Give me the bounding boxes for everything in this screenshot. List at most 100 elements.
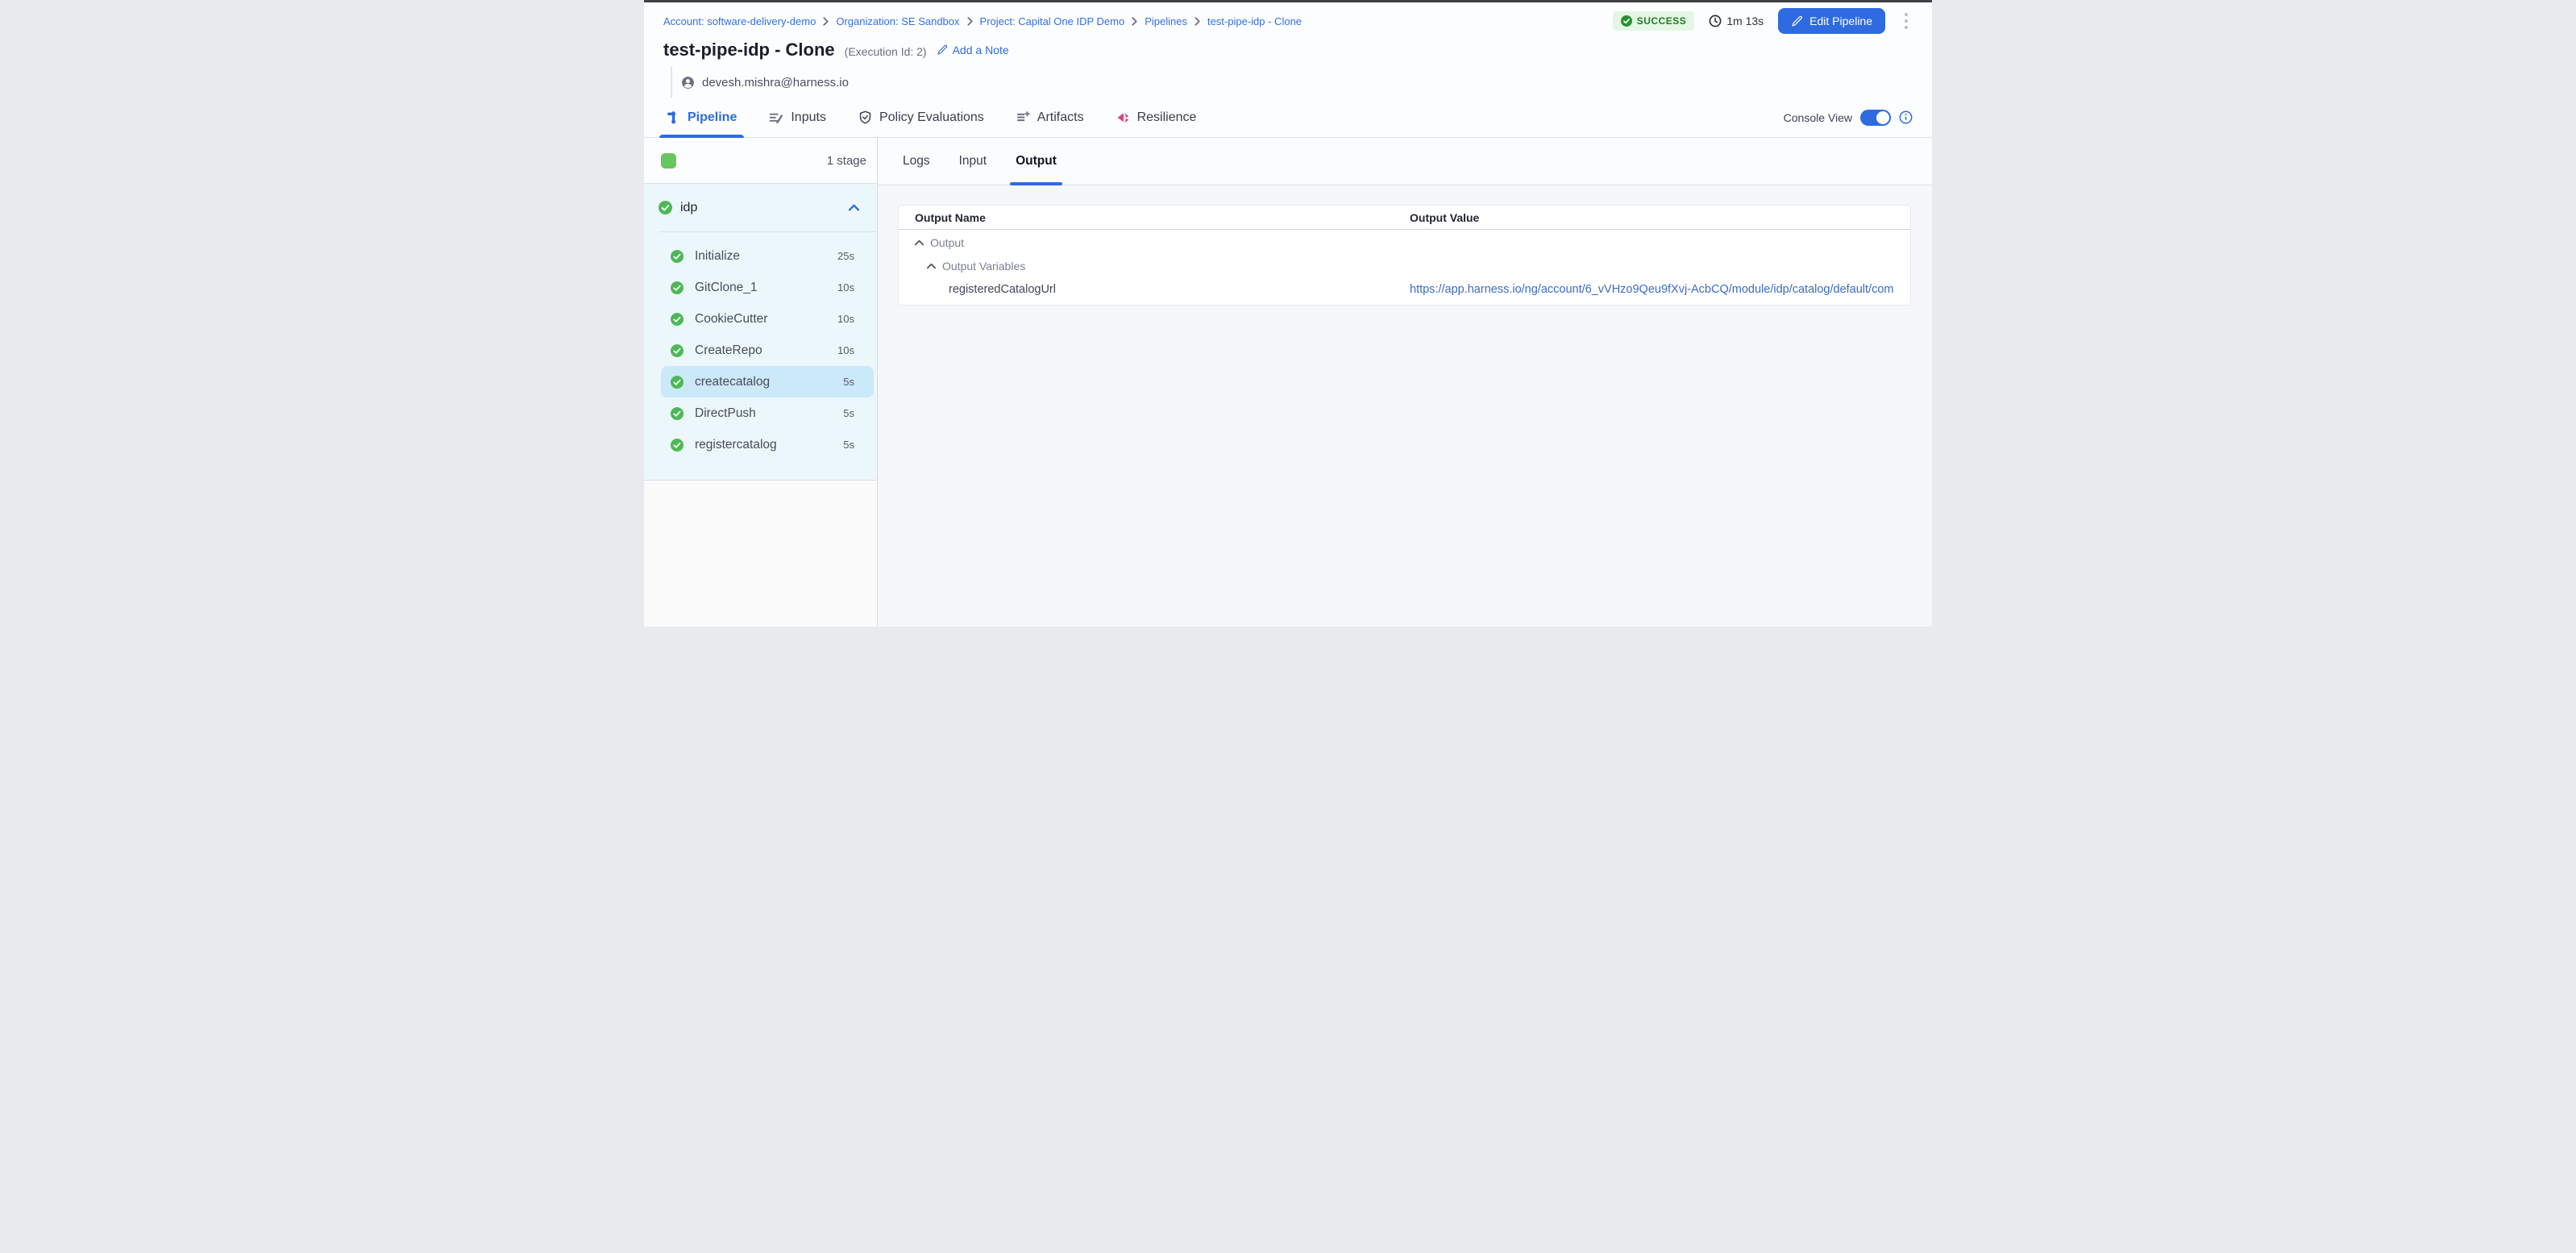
- page-title: test-pipe-idp - Clone: [663, 40, 835, 60]
- chevron-up-icon[interactable]: [915, 239, 924, 246]
- tab-output[interactable]: Output: [1012, 138, 1060, 185]
- breadcrumb-separator-icon: [823, 17, 829, 26]
- breadcrumb-separator-icon: [1132, 17, 1137, 26]
- pipeline-execution-page: Account: software-delivery-demo Organiza…: [644, 0, 1932, 626]
- check-circle-icon: [1621, 15, 1632, 27]
- header-actions: SUCCESS 1m 13s Edit Pipeline: [1613, 8, 1913, 34]
- shield-check-icon: [858, 110, 872, 125]
- execution-duration: 1m 13s: [1709, 15, 1764, 27]
- check-circle-icon: [671, 313, 683, 326]
- step-name: CookieCutter: [695, 312, 826, 327]
- step-row-registercatalog[interactable]: registercatalog 5s: [661, 429, 874, 460]
- edit-pipeline-label: Edit Pipeline: [1809, 15, 1872, 27]
- check-circle-icon: [671, 281, 683, 294]
- list-add-icon: [1016, 110, 1030, 124]
- tab-label: Resilience: [1137, 110, 1197, 125]
- console-view-label: Console View: [1784, 111, 1852, 124]
- check-circle-icon: [671, 250, 683, 263]
- step-row-directpush[interactable]: DirectPush 5s: [661, 398, 874, 429]
- stage-group-name: idp: [680, 201, 841, 215]
- tab-inputs[interactable]: Inputs: [769, 98, 826, 137]
- step-row-cookiecutter[interactable]: CookieCutter 10s: [661, 303, 874, 335]
- triggered-by-row: devesh.mishra@harness.io: [671, 67, 1913, 98]
- stage-group-header[interactable]: idp: [644, 184, 877, 231]
- step-name: DirectPush: [695, 406, 832, 421]
- check-circle-icon: [671, 439, 683, 452]
- output-variable-name: registeredCatalogUrl: [949, 283, 1056, 296]
- tab-input[interactable]: Input: [956, 138, 990, 185]
- tree-label: Output Variables: [942, 260, 1025, 273]
- step-name: Initialize: [695, 249, 826, 264]
- breadcrumb: Account: software-delivery-demo Organiza…: [663, 15, 1302, 27]
- chevron-up-icon[interactable]: [927, 263, 936, 269]
- inputs-icon: [769, 110, 783, 125]
- chevron-up-icon[interactable]: [849, 204, 859, 211]
- tab-logs[interactable]: Logs: [900, 138, 933, 185]
- step-duration: 10s: [837, 281, 854, 293]
- status-badge-label: SUCCESS: [1637, 15, 1687, 27]
- breadcrumb-project[interactable]: Project: Capital One IDP Demo: [980, 15, 1125, 27]
- duration-label: 1m 13s: [1726, 15, 1764, 27]
- step-row-createrepo[interactable]: CreateRepo 10s: [661, 335, 874, 366]
- stage-summary-row: 1 stage: [644, 138, 877, 184]
- stages-sidebar: 1 stage idp Initialize 25s: [644, 138, 878, 626]
- pencil-icon: [937, 44, 948, 56]
- step-row-initialize[interactable]: Initialize 25s: [661, 240, 874, 272]
- check-circle-icon: [671, 344, 683, 357]
- stage-minimap-square[interactable]: [661, 153, 676, 169]
- breadcrumb-organization[interactable]: Organization: SE Sandbox: [836, 15, 959, 27]
- breadcrumb-separator-icon: [1195, 17, 1200, 26]
- step-duration: 5s: [843, 376, 854, 388]
- user-email: devesh.mishra@harness.io: [702, 76, 849, 90]
- tab-label: Artifacts: [1037, 110, 1084, 125]
- step-duration: 5s: [843, 407, 854, 419]
- step-name: createcatalog: [695, 375, 832, 389]
- column-header-output-name: Output Name: [899, 211, 1410, 224]
- breadcrumb-separator-icon: [967, 17, 973, 26]
- step-row-createcatalog[interactable]: createcatalog 5s: [661, 366, 874, 398]
- breadcrumb-account[interactable]: Account: software-delivery-demo: [663, 15, 816, 27]
- add-note-label: Add a Note: [953, 44, 1009, 56]
- more-options-kebab-icon[interactable]: [1900, 10, 1913, 32]
- add-note-link[interactable]: Add a Note: [937, 44, 1009, 56]
- tab-pipeline[interactable]: Pipeline: [667, 98, 737, 137]
- resilience-chaos-icon: [1116, 110, 1130, 124]
- breadcrumb-current-pipeline[interactable]: test-pipe-idp - Clone: [1207, 15, 1302, 27]
- output-table-card: Output Name Output Value Output: [898, 205, 1911, 306]
- check-circle-icon: [671, 376, 683, 389]
- step-row-gitclone[interactable]: GitClone_1 10s: [661, 272, 874, 303]
- check-circle-icon: [659, 201, 672, 214]
- output-variable-row: registeredCatalogUrl https://app.harness…: [899, 277, 1910, 302]
- info-icon[interactable]: [1899, 110, 1913, 124]
- execution-tabbar: Pipeline Inputs Policy Evaluations Artif…: [644, 98, 1932, 138]
- execution-id: (Execution Id: 2): [845, 45, 927, 58]
- tree-label: Output: [930, 236, 964, 249]
- output-variable-value-link[interactable]: https://app.harness.io/ng/account/6_vVHz…: [1410, 283, 1894, 296]
- step-name: CreateRepo: [695, 343, 826, 358]
- execution-tabs: Pipeline Inputs Policy Evaluations Artif…: [667, 98, 1196, 137]
- pencil-icon: [1791, 15, 1803, 27]
- breadcrumb-row: Account: software-delivery-demo Organiza…: [663, 10, 1913, 31]
- tab-artifacts[interactable]: Artifacts: [1016, 98, 1084, 137]
- step-name: GitClone_1: [695, 281, 826, 295]
- step-duration: 10s: [837, 344, 854, 356]
- step-details-tabs: Logs Input Output: [878, 138, 1932, 185]
- title-row: test-pipe-idp - Clone (Execution Id: 2) …: [663, 40, 1913, 64]
- person-icon: [681, 76, 695, 90]
- sidebar-empty-area: [644, 481, 877, 626]
- tab-label: Policy Evaluations: [879, 110, 984, 125]
- step-duration: 10s: [837, 313, 854, 325]
- tab-policy-evaluations[interactable]: Policy Evaluations: [858, 98, 984, 137]
- breadcrumb-pipelines[interactable]: Pipelines: [1145, 15, 1187, 27]
- tree-row-output: Output: [899, 230, 1910, 255]
- execution-header: Account: software-delivery-demo Organiza…: [644, 2, 1932, 98]
- step-name: registercatalog: [695, 438, 832, 452]
- console-view-toggle[interactable]: [1860, 110, 1891, 126]
- tab-resilience[interactable]: Resilience: [1116, 98, 1197, 137]
- steps-list: Initialize 25s GitClone_1 10s CookieCutt…: [644, 232, 877, 480]
- stage-count-label: 1 stage: [827, 154, 866, 168]
- console-view-control: Console View: [1784, 110, 1913, 126]
- tab-label: Inputs: [791, 110, 826, 125]
- stage-group-idp: idp Initialize 25s GitClone_1 10s: [644, 184, 877, 481]
- edit-pipeline-button[interactable]: Edit Pipeline: [1778, 8, 1885, 34]
